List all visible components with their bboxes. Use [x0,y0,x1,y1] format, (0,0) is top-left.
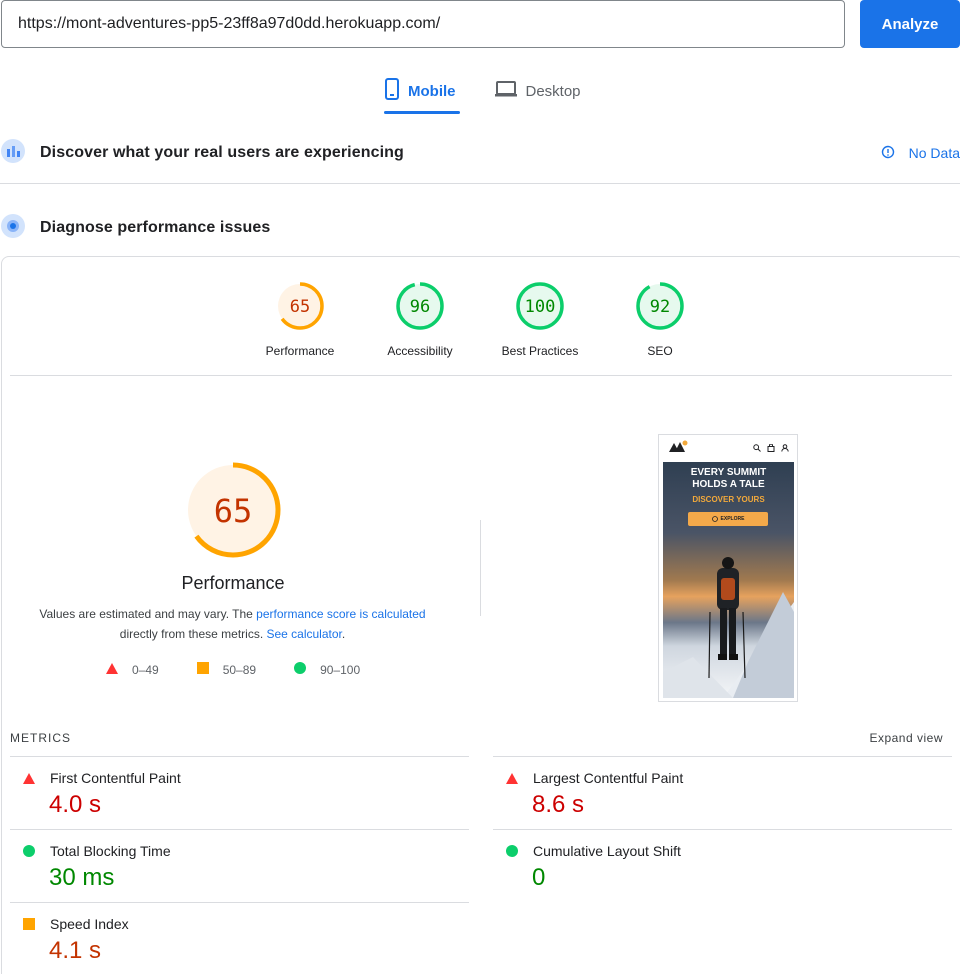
gauge-seo[interactable]: 92 SEO [610,280,710,358]
no-data-label: No Data [908,145,960,161]
metric-largest-contentful-paint: Largest Contentful Paint 8.6 s [493,756,952,829]
hero-image: EVERY SUMMIT HOLDS A TALE DISCOVER YOURS… [663,462,794,698]
tab-desktop-label: Desktop [525,82,581,100]
metrics-heading: METRICS [10,731,71,745]
search-icon [753,443,761,452]
analyze-button[interactable]: Analyze [860,0,960,48]
tab-desktop[interactable]: Desktop [490,76,585,106]
metric-first-contentful-paint: First Contentful Paint 4.0 s [10,756,469,829]
gauge-score: 65 [290,297,310,317]
metric-value: 8.6 s [532,791,585,818]
info-icon [881,145,895,162]
screenshot-nav [659,435,797,460]
metric-total-blocking-time: Total Blocking Time 30 ms [10,829,469,902]
metric-cumulative-layout-shift: Cumulative Layout Shift 0 [493,829,952,902]
page-screenshot[interactable]: EVERY SUMMIT HOLDS A TALE DISCOVER YOURS… [658,434,798,702]
desc-text-post: . [341,627,346,641]
circle-icon [506,844,518,862]
gauge-label: Accessibility [387,344,453,358]
gauge-accessibility[interactable]: 96 Accessibility [370,280,470,358]
triangle-icon [506,771,518,789]
gauge-score: 96 [410,297,430,317]
gauge-label: Performance [265,344,335,358]
desc-text-mid: directly from these metrics. [119,627,267,641]
performance-title: Performance [181,573,285,593]
metric-speed-index: Speed Index 4.1 s [10,902,469,974]
metric-name: Largest Contentful Paint [533,770,684,786]
no-data-indicator[interactable]: No Data [881,145,960,162]
circle-icon [23,844,35,862]
score-legend: 0–49 50–89 90–100 [106,662,398,677]
hiker-silhouette [663,557,794,698]
tab-mobile-label: Mobile [408,82,456,100]
see-calculator-link[interactable]: See calculator [266,627,341,641]
gauge-score: 92 [650,297,670,317]
metric-value: 4.1 s [49,937,102,964]
legend-average-label: 50–89 [222,662,257,677]
logo-icon [669,439,689,457]
metric-value: 4.0 s [49,791,102,818]
device-tabs: Mobile Desktop [380,76,585,116]
laptop-icon [494,80,518,102]
diagnose-title: Diagnose performance issues [40,219,271,236]
legend-pass-label: 90–100 [320,662,361,677]
legend-pass: 90–100 [294,662,360,677]
metric-name: Cumulative Layout Shift [533,843,681,859]
metric-name: First Contentful Paint [50,770,181,786]
gauge-best-practices[interactable]: 100 Best Practices [490,280,590,358]
desc-text-pre: Values are estimated and may vary. The [39,607,257,621]
metric-name: Total Blocking Time [50,843,171,859]
vertical-divider [480,520,481,616]
gauge-label: SEO [647,344,673,358]
section-divider [0,183,960,184]
metric-value: 30 ms [49,864,115,891]
performance-description: Values are estimated and may vary. The p… [25,604,440,644]
user-icon [781,443,789,452]
circle-icon [294,662,307,677]
performance-gauge: 65 [183,460,283,565]
legend-fail-label: 0–49 [132,662,159,677]
metric-value: 0 [532,864,546,891]
users-chart-icon [0,138,26,169]
url-input[interactable]: https://mont-adventures-pp5-23ff8a97d0dd… [1,0,845,48]
crux-section-header[interactable]: Discover what your real users are experi… [0,138,960,168]
legend-fail: 0–49 [106,662,159,677]
triangle-icon [106,662,118,677]
triangle-icon [23,771,35,789]
crux-title: Discover what your real users are experi… [40,144,404,161]
diagnose-section-header: Diagnose performance issues [0,213,960,243]
gauge-score: 65 [214,492,253,530]
gauge-label: Best Practices [501,344,579,358]
nav-icons [753,443,789,452]
phone-icon [384,78,400,104]
square-icon [23,917,35,935]
metric-name: Speed Index [50,916,129,932]
legend-average: 50–89 [196,662,257,677]
gauges-divider [10,375,952,376]
gauge-score: 100 [525,297,556,317]
lighthouse-icon [0,213,26,244]
performance-score-link[interactable]: performance score is calculated [256,607,425,621]
expand-view-button[interactable]: Expand view [869,731,943,745]
square-icon [196,662,209,677]
bag-icon [767,443,775,452]
gauge-performance[interactable]: 65 Performance [250,280,350,358]
tab-mobile[interactable]: Mobile [380,76,460,114]
